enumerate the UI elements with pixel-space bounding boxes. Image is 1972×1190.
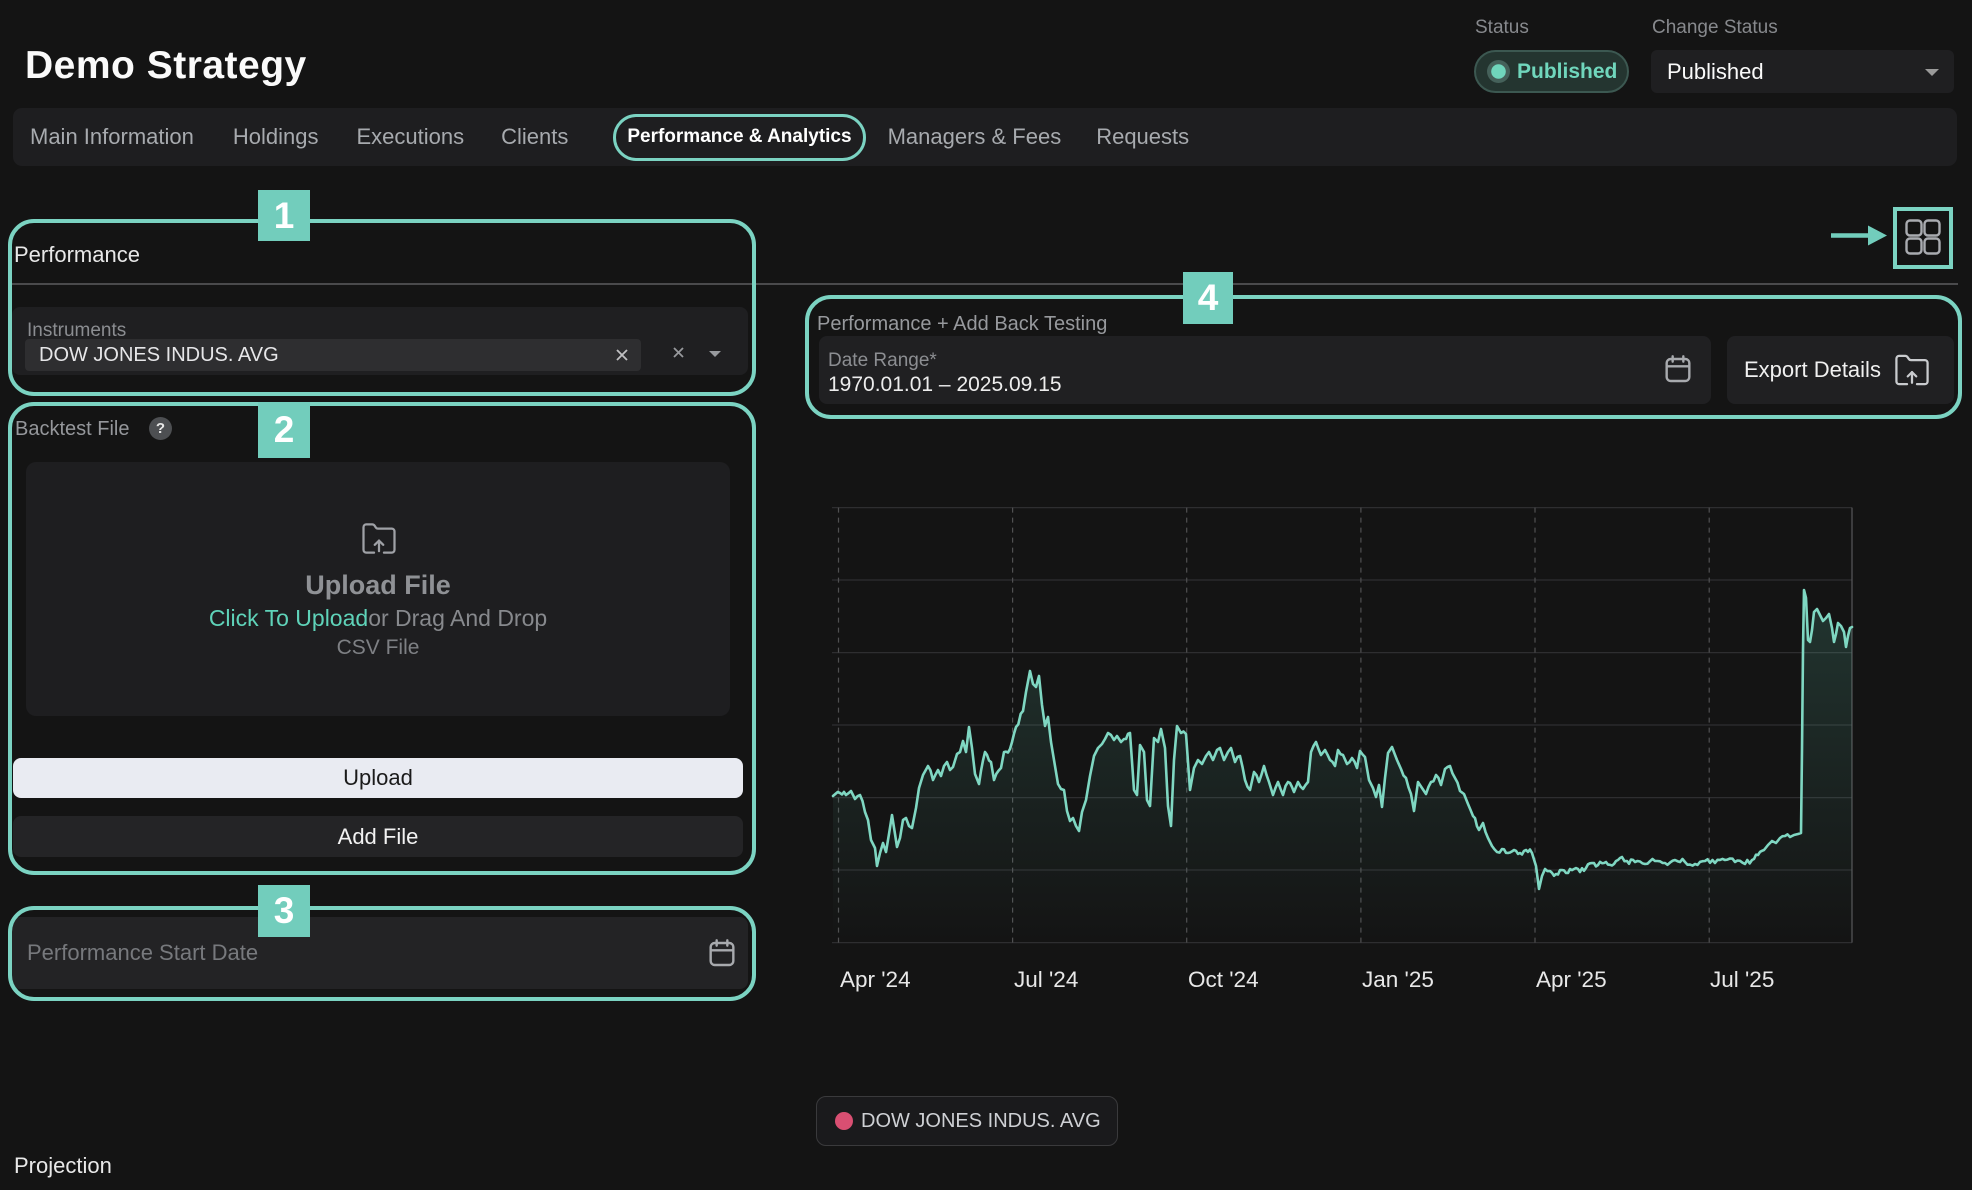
svg-text:Jul '25: Jul '25 — [1710, 967, 1774, 992]
svg-text:Oct '24: Oct '24 — [1188, 967, 1259, 992]
svg-text:Jul '24: Jul '24 — [1014, 967, 1078, 992]
svg-text:Apr '25: Apr '25 — [1536, 967, 1607, 992]
svg-text:Apr '24: Apr '24 — [840, 967, 911, 992]
svg-text:Jan '25: Jan '25 — [1362, 967, 1434, 992]
